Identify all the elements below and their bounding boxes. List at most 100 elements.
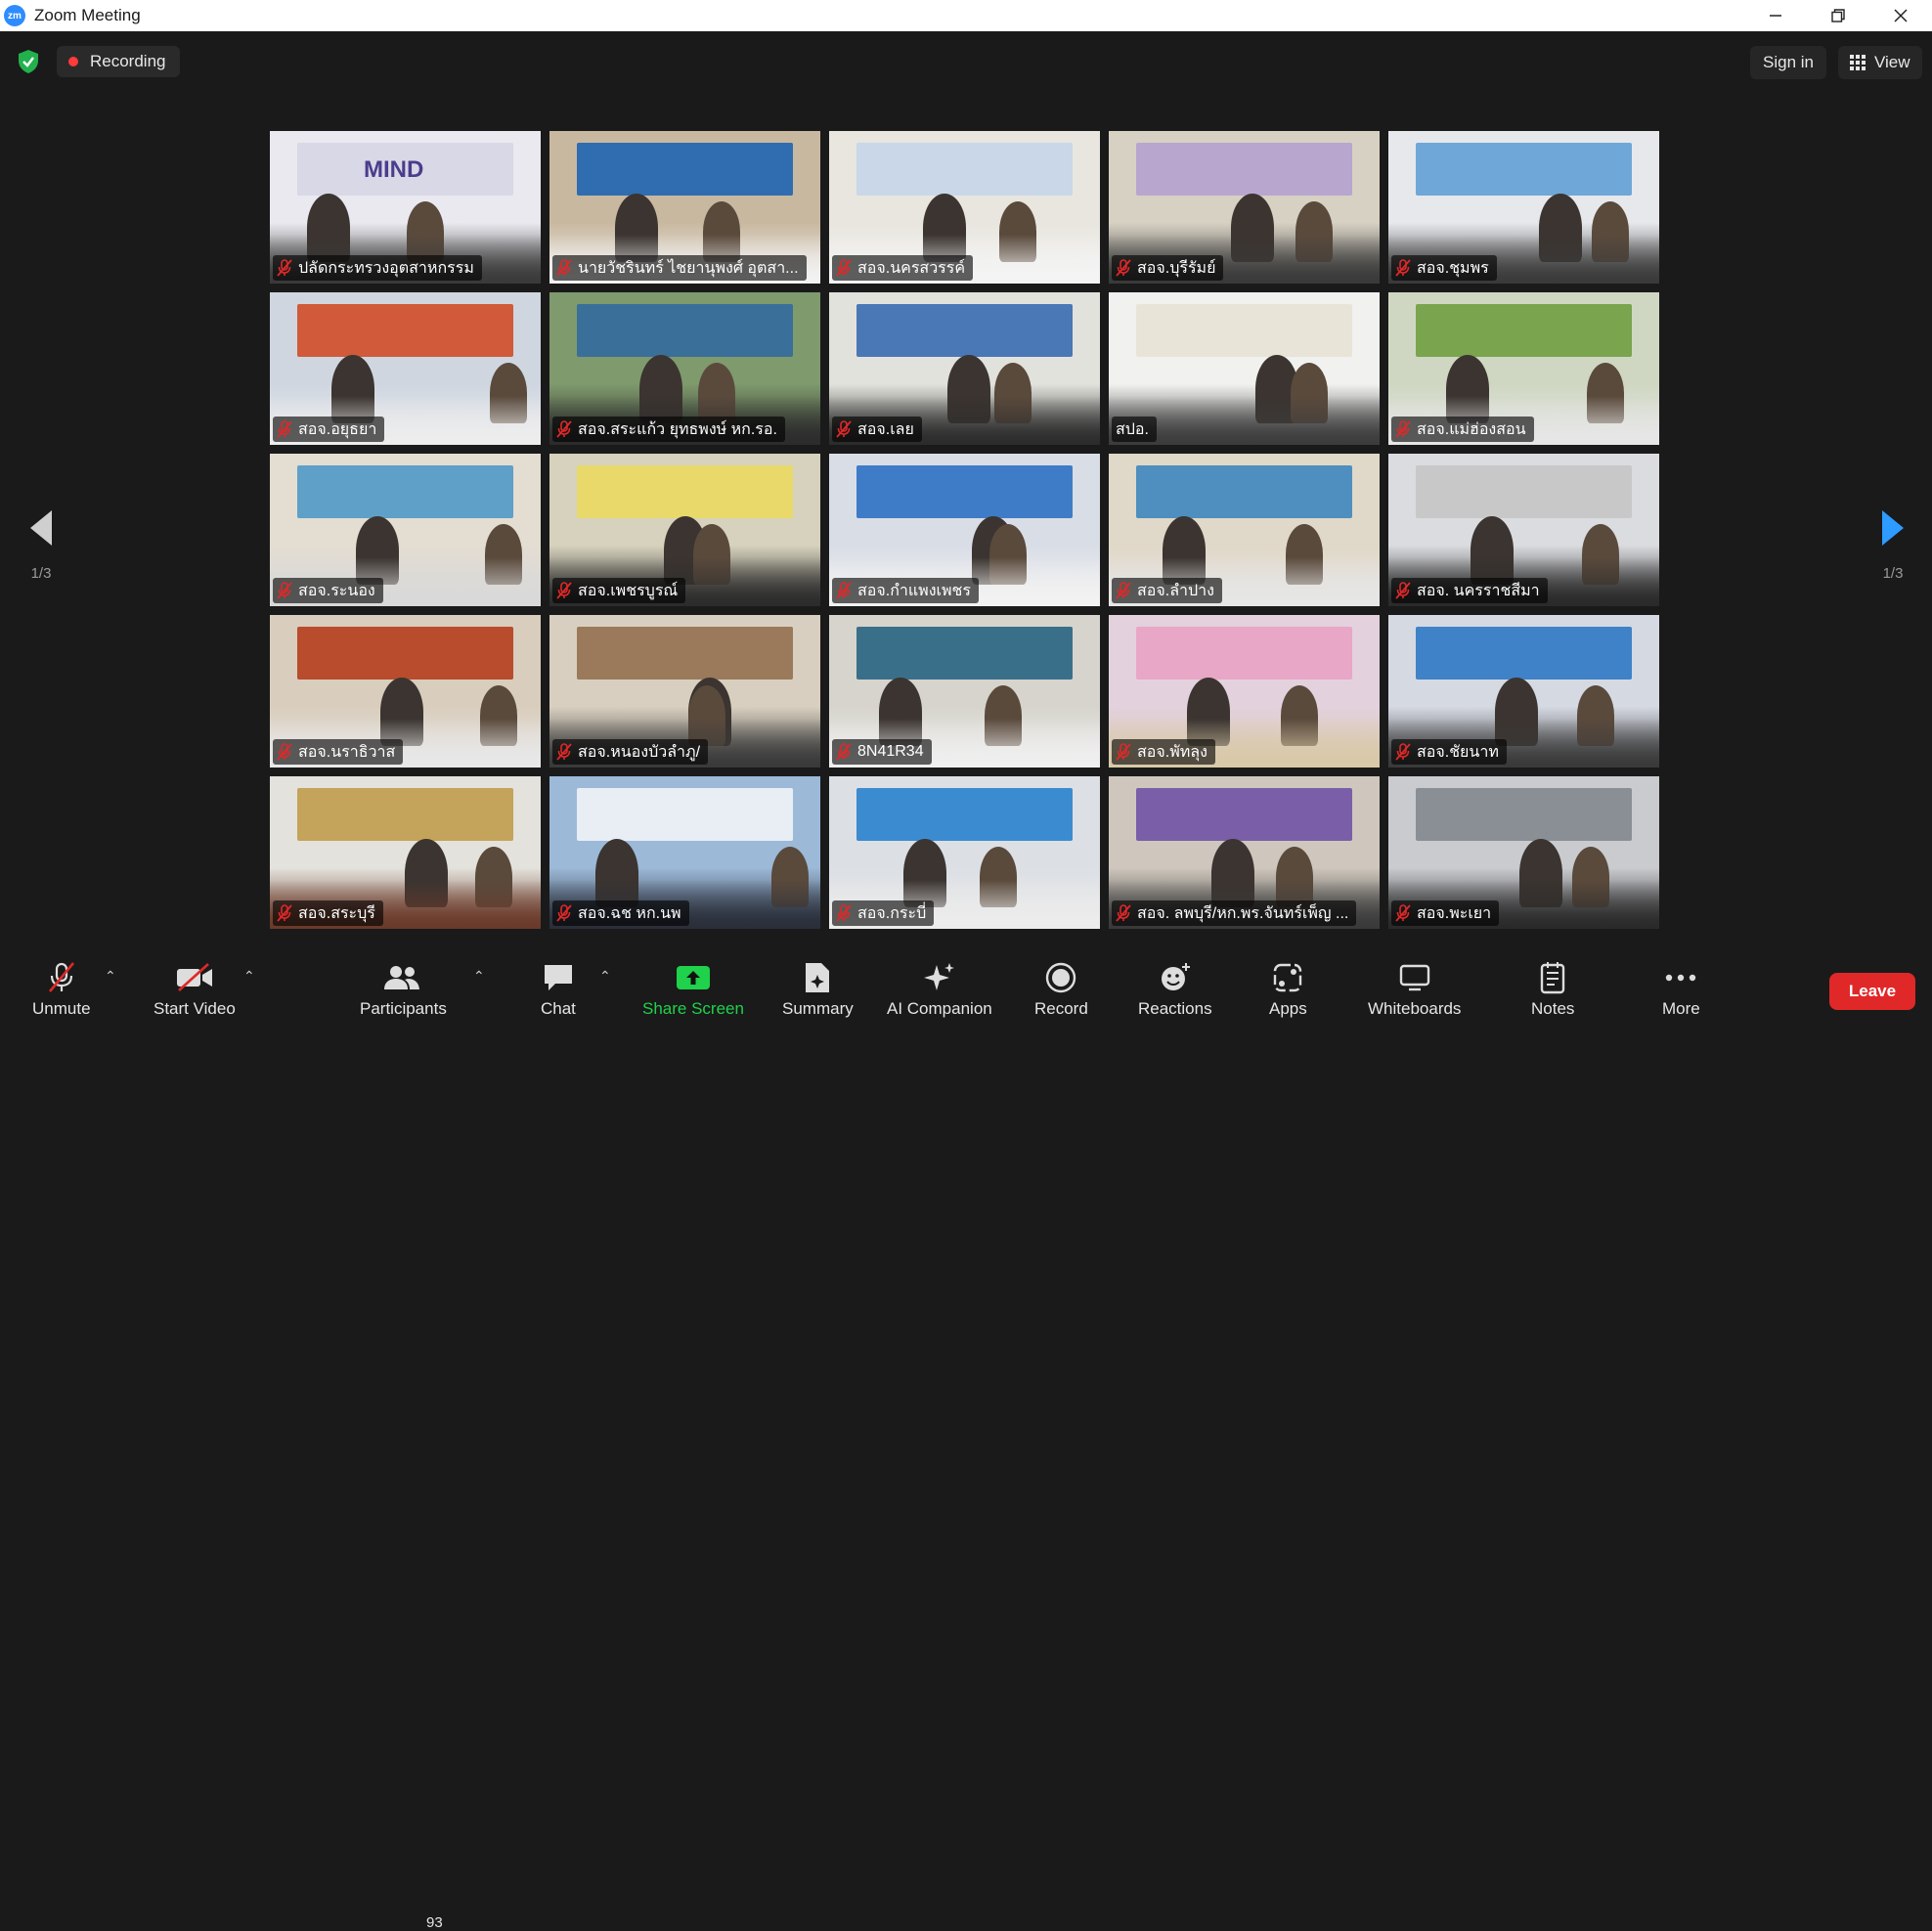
- video-tile[interactable]: สอจ.ฉช หก.นพ: [549, 776, 820, 929]
- video-tile[interactable]: สอจ. ลพบุรี/หก.พร.จันทร์เพ็ญ ...: [1109, 776, 1380, 929]
- participants-count: 93: [426, 1914, 443, 1931]
- view-button[interactable]: View: [1838, 46, 1922, 79]
- share-screen-icon: [676, 966, 710, 989]
- participant-name-tag: สอจ.สระแก้ว ยุทธพงษ์ หก.รอ.: [552, 417, 785, 442]
- sign-in-button[interactable]: Sign in: [1750, 46, 1826, 79]
- video-tile[interactable]: สอจ.นราธิวาส: [270, 615, 541, 768]
- participant-name: สอจ.นราธิวาส: [298, 743, 396, 761]
- muted-mic-icon: [1395, 904, 1411, 922]
- participant-name: สอจ.นครสวรรค์: [857, 259, 966, 277]
- start-video-label: Start Video: [154, 999, 236, 1018]
- participant-name-tag: สอจ.ชัยนาท: [1391, 739, 1507, 765]
- backdrop-banner: [1415, 304, 1633, 357]
- video-tile[interactable]: สอจ.พะเยา: [1388, 776, 1659, 929]
- recording-label: Recording: [90, 52, 166, 70]
- participant-name-tag: สอจ.กระบี่: [832, 900, 935, 926]
- chat-button[interactable]: Chat: [541, 960, 576, 1025]
- participant-name-tag: สอจ.แม่ฮ่องสอน: [1391, 417, 1534, 442]
- participant-name: สอจ.เลย: [857, 420, 914, 438]
- video-tile[interactable]: สอจ. นครราชสีมา: [1388, 454, 1659, 606]
- video-tile[interactable]: สอจ.หนองบัวลำภู/: [549, 615, 820, 768]
- muted-mic-icon: [1116, 582, 1131, 599]
- participant-name-tag: ปลัดกระทรวงอุตสาหกรรม: [273, 255, 482, 281]
- muted-mic-icon: [277, 904, 292, 922]
- participant-name: ปลัดกระทรวงอุตสาหกรรม: [298, 259, 474, 277]
- muted-mic-icon: [836, 582, 852, 599]
- backdrop-banner: [296, 627, 514, 680]
- minimize-button[interactable]: [1744, 0, 1807, 31]
- notes-button[interactable]: Notes: [1531, 960, 1574, 1025]
- video-off-icon: [176, 963, 212, 991]
- video-tile[interactable]: สอจ.ระนอง: [270, 454, 541, 606]
- video-tile[interactable]: สอจ.ลำปาง: [1109, 454, 1380, 606]
- video-options-caret[interactable]: ⌃: [243, 968, 255, 985]
- participants-button[interactable]: Participants: [360, 960, 447, 1025]
- video-tile[interactable]: นายวัชรินทร์ ไชยานุพงศ์ อุตสา...: [549, 131, 820, 284]
- audio-options-caret[interactable]: ⌃: [105, 968, 116, 985]
- ai-companion-button[interactable]: AI Companion: [887, 960, 992, 1025]
- encryption-shield-icon[interactable]: [17, 49, 40, 74]
- apps-icon: [1274, 963, 1302, 992]
- participant-name: สอจ.อยุธยา: [298, 420, 377, 438]
- video-tile[interactable]: สปอ.: [1109, 292, 1380, 445]
- video-tile[interactable]: สอจ.เลย: [829, 292, 1100, 445]
- muted-mic-icon: [836, 743, 852, 761]
- video-tile[interactable]: สอจ.กำแพงเพชร: [829, 454, 1100, 606]
- whiteboards-button[interactable]: Whiteboards: [1368, 960, 1461, 1025]
- participant-name: สอจ. ลพบุรี/หก.พร.จันทร์เพ็ญ ...: [1137, 904, 1349, 922]
- unmute-button[interactable]: Unmute: [32, 960, 91, 1025]
- previous-page-control[interactable]: 1/3: [22, 508, 61, 582]
- chat-icon: [544, 965, 572, 990]
- chat-options-caret[interactable]: ⌃: [599, 968, 611, 985]
- muted-mic-icon: [277, 582, 292, 599]
- video-tile[interactable]: สอจ.พัทลุง: [1109, 615, 1380, 768]
- close-button[interactable]: [1869, 0, 1932, 31]
- start-video-button[interactable]: Start Video: [154, 960, 236, 1025]
- whiteboards-label: Whiteboards: [1368, 999, 1462, 1018]
- video-tile[interactable]: สอจ.บุรีรัมย์: [1109, 131, 1380, 284]
- more-button[interactable]: More: [1662, 960, 1700, 1025]
- recording-dot-icon: [68, 57, 78, 66]
- video-tile[interactable]: สอจ.กระบี่: [829, 776, 1100, 929]
- video-tile[interactable]: สอจ.ชัยนาท: [1388, 615, 1659, 768]
- video-tile[interactable]: สอจ.ชุมพร: [1388, 131, 1659, 284]
- next-page-control[interactable]: 1/3: [1873, 508, 1912, 582]
- video-tile[interactable]: สอจ.เพชรบูรณ์: [549, 454, 820, 606]
- apps-button[interactable]: Apps: [1269, 960, 1307, 1025]
- recording-indicator[interactable]: Recording: [57, 46, 180, 77]
- video-gallery: MIND ปลัดกระทรวงอุตสาหกรรม นายวัชรินทร์ ไช…: [270, 131, 1662, 929]
- unmute-label: Unmute: [32, 999, 91, 1018]
- window-title: Zoom Meeting: [34, 6, 141, 24]
- restore-icon: [1831, 9, 1845, 22]
- video-tile[interactable]: สอจ.อยุธยา: [270, 292, 541, 445]
- video-tile[interactable]: MIND ปลัดกระทรวงอุตสาหกรรม: [270, 131, 541, 284]
- participant-name-tag: สอจ.พัทลุง: [1112, 739, 1215, 765]
- restore-button[interactable]: [1807, 0, 1869, 31]
- backdrop-banner: [576, 627, 794, 680]
- summary-button[interactable]: Summary: [782, 960, 854, 1025]
- video-tile[interactable]: สอจ.สระแก้ว ยุทธพงษ์ หก.รอ.: [549, 292, 820, 445]
- backdrop-banner: [856, 465, 1074, 518]
- window-controls: [1744, 0, 1932, 31]
- participant-name-tag: สอจ. ลพบุรี/หก.พร.จันทร์เพ็ญ ...: [1112, 900, 1357, 926]
- video-tile[interactable]: 8N41R34: [829, 615, 1100, 768]
- participants-options-caret[interactable]: ⌃: [473, 968, 485, 985]
- record-button[interactable]: Record: [1034, 960, 1088, 1025]
- chevron-right-icon: [1882, 510, 1904, 546]
- microphone-muted-icon: [48, 962, 74, 992]
- share-screen-button[interactable]: Share Screen: [642, 960, 744, 1025]
- zoom-logo-icon: zm: [4, 5, 25, 26]
- reactions-button[interactable]: Reactions: [1138, 960, 1212, 1025]
- video-tile[interactable]: สอจ.นครสวรรค์: [829, 131, 1100, 284]
- backdrop-banner: [1135, 465, 1353, 518]
- video-tile[interactable]: สอจ.แม่ฮ่องสอน: [1388, 292, 1659, 445]
- close-icon: [1894, 9, 1908, 22]
- muted-mic-icon: [556, 743, 572, 761]
- video-tile[interactable]: สอจ.สระบุรี: [270, 776, 541, 929]
- backdrop-banner: [576, 304, 794, 357]
- leave-button[interactable]: Leave: [1829, 973, 1915, 1010]
- muted-mic-icon: [556, 904, 572, 922]
- ai-sparkle-icon: [923, 963, 954, 990]
- participant-name: สอจ. นครราชสีมา: [1417, 582, 1540, 599]
- backdrop-banner: [1135, 304, 1353, 357]
